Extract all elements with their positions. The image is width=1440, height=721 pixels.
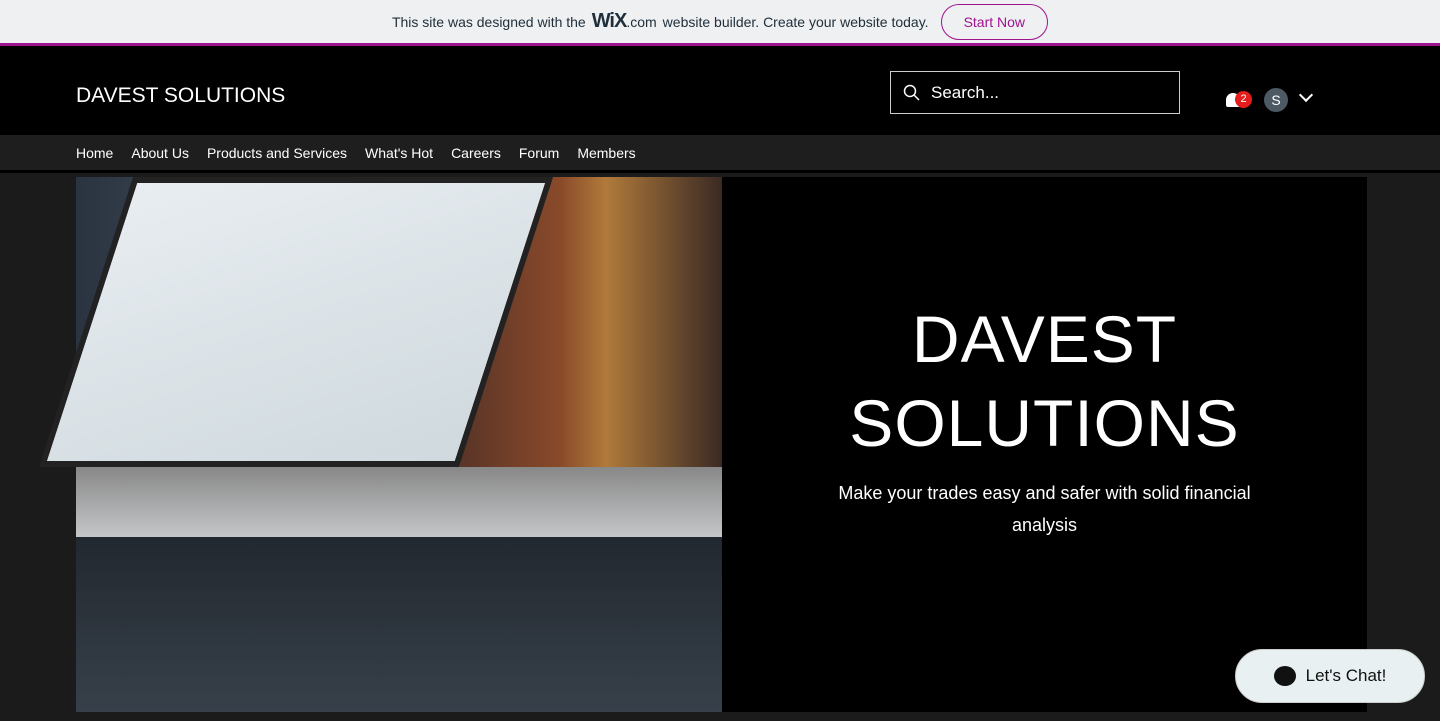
start-now-button[interactable]: Start Now — [940, 3, 1049, 40]
hero-section: DAVEST SOLUTIONS Make your trades easy a… — [38, 177, 1367, 712]
nav-whats-hot[interactable]: What's Hot — [365, 145, 433, 161]
laptop-screen — [38, 177, 554, 467]
chevron-down-icon[interactable] — [1298, 87, 1314, 103]
chat-bubble-icon — [1273, 666, 1296, 686]
banner-text-after: website builder. Create your website tod… — [662, 13, 929, 30]
wix-logo: WiX.com — [591, 10, 657, 32]
site-logo[interactable]: DAVEST SOLUTIONS — [76, 84, 285, 108]
search-icon — [903, 84, 920, 101]
hero-subtitle: Make your trades easy and safer with sol… — [838, 483, 1251, 535]
nav-about-us[interactable]: About Us — [131, 145, 189, 161]
nav-home[interactable]: Home — [76, 145, 113, 161]
nav-careers[interactable]: Careers — [451, 145, 501, 161]
table-reflection — [76, 537, 722, 712]
banner-text: This site was designed with the — [391, 13, 586, 30]
hero-title: DAVEST SOLUTIONS — [849, 302, 1240, 460]
nav-products-and-services[interactable]: Products and Services — [207, 145, 347, 161]
wix-banner: This site was designed with the WiX.com … — [0, 0, 1440, 46]
search-input[interactable]: Search... — [890, 71, 1180, 114]
search-placeholder: Search... — [931, 82, 1000, 102]
chat-label: Let's Chat! — [1305, 666, 1387, 685]
laptop-keyboard — [76, 467, 722, 537]
chat-button[interactable]: Let's Chat! — [1235, 649, 1425, 703]
hero-laptop-image — [38, 177, 722, 712]
avatar[interactable]: S — [1264, 88, 1288, 112]
nav-forum[interactable]: Forum — [519, 145, 559, 161]
site-header: DAVEST SOLUTIONS Search... 2 S — [0, 46, 1440, 135]
nav-members[interactable]: Members — [577, 145, 635, 161]
main-nav: Home About Us Products and Services What… — [0, 135, 1440, 173]
notification-badge: 2 — [1235, 91, 1252, 108]
